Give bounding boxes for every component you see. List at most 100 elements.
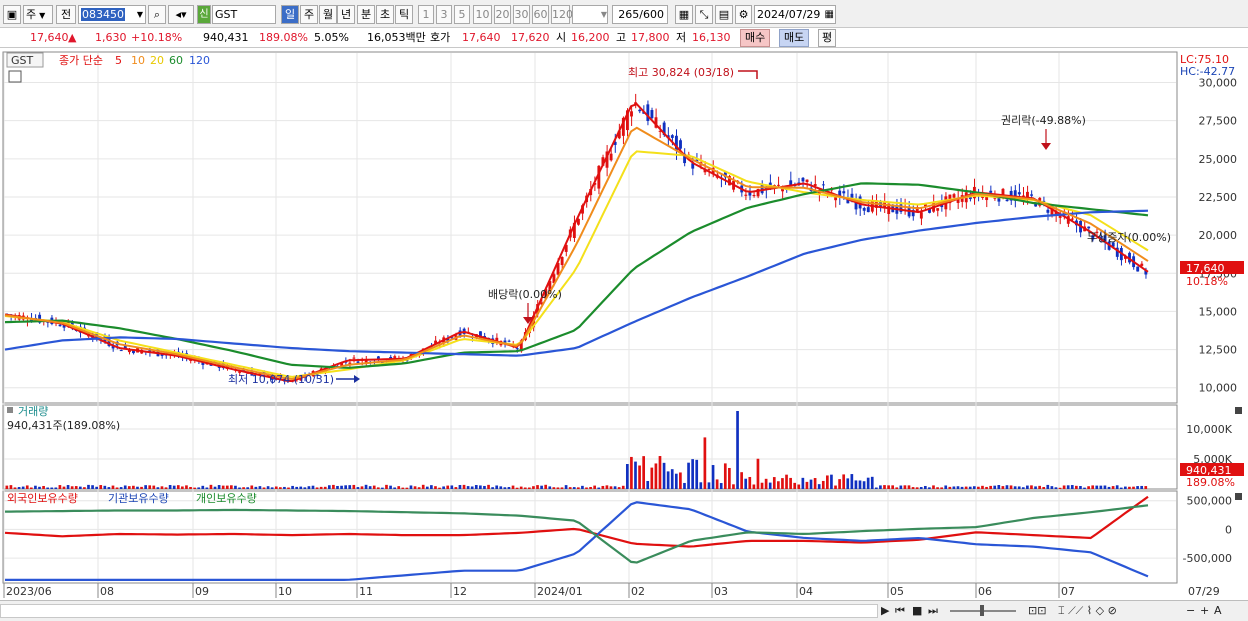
volume-legend-marker xyxy=(7,407,13,413)
volume-bar xyxy=(952,486,956,489)
volume-bar xyxy=(483,485,486,489)
search-icon[interactable]: ⌕ xyxy=(148,5,166,24)
candle-body xyxy=(1046,209,1050,213)
chart-line-icon[interactable]: ⤡ xyxy=(695,5,713,24)
tool-icons[interactable]: ⌶ ⟋⟋ ⌇ ◇ ⊘ xyxy=(1058,604,1117,618)
chevron-down-icon: ▼ xyxy=(136,10,143,19)
volume-bar xyxy=(368,486,372,489)
volume-bar xyxy=(17,487,21,489)
volume-bar xyxy=(176,485,180,489)
interval-tab-0[interactable]: 1 xyxy=(418,5,434,24)
volume-bar xyxy=(234,485,237,489)
interval-tab-2[interactable]: 5 xyxy=(454,5,470,24)
volume-bar xyxy=(115,487,119,489)
volume-bar xyxy=(201,485,205,489)
volume-bar xyxy=(111,485,115,489)
table-icon[interactable] xyxy=(8,70,22,83)
interval-tab-1[interactable]: 3 xyxy=(436,5,452,24)
chart-area[interactable]: GST 종가 단순 5 10 20 60 120 LC:75.10 HC:-42… xyxy=(0,49,1248,600)
prev-mode-button[interactable]: 전 xyxy=(56,5,76,24)
new-badge: 신 xyxy=(197,5,211,24)
count-field[interactable]: 265/600 xyxy=(612,5,668,24)
font-size-icon[interactable]: A xyxy=(1214,604,1222,618)
scroll-right-icon[interactable]: ▶ xyxy=(881,604,889,618)
average-button[interactable]: 평 xyxy=(818,29,837,47)
volume-bar xyxy=(936,487,939,489)
period-tab-2[interactable]: 월 xyxy=(319,5,337,24)
interval-tab-4[interactable]: 20 xyxy=(494,5,511,24)
volume-bar xyxy=(850,474,854,489)
volume-bar xyxy=(985,486,988,489)
scroll-start-icon[interactable]: ⏮ xyxy=(895,604,905,618)
volume-bar xyxy=(107,487,111,489)
interval-tab-3[interactable]: 10 xyxy=(473,5,492,24)
period-tab-6[interactable]: 틱 xyxy=(395,5,413,24)
close-icon[interactable] xyxy=(1235,407,1242,414)
x-tick-label: 10 xyxy=(278,585,292,598)
gear-icon[interactable]: ⚙ xyxy=(735,5,752,24)
period-tab-4[interactable]: 분 xyxy=(357,5,375,24)
volume-bar xyxy=(1115,485,1119,489)
volume-bar xyxy=(597,487,601,489)
volume-bar xyxy=(58,485,62,489)
volume-bar xyxy=(511,485,515,489)
volume-bar xyxy=(1050,486,1054,489)
volume-bar xyxy=(421,484,425,489)
scroll-track[interactable] xyxy=(0,604,878,618)
market-select[interactable]: 주 ▼ xyxy=(23,5,53,24)
scroll-end-icon[interactable]: ⏭ xyxy=(928,604,938,618)
period-tab-3[interactable]: 년 xyxy=(337,5,355,24)
volume-bar xyxy=(1017,486,1021,489)
volume-bar xyxy=(185,485,188,489)
candle-body xyxy=(630,111,633,117)
scroll-bar: ▶ ⏮ ■ ⏭ ⊡⊡ ⌶ ⟋⟋ ⌇ ◇ ⊘ − + A xyxy=(0,600,1248,621)
period-tab-0[interactable]: 일 xyxy=(281,5,299,24)
zoom-in-icon[interactable]: + xyxy=(1200,604,1209,618)
up-arrow-icon: ▲ xyxy=(68,31,77,44)
period-tab-5[interactable]: 초 xyxy=(376,5,394,24)
save-icon[interactable]: ▤ xyxy=(715,5,733,24)
interval-tab-5[interactable]: 30 xyxy=(513,5,530,24)
volume-bar xyxy=(826,475,829,489)
volume-bar xyxy=(1058,487,1062,489)
volume-bar xyxy=(540,485,543,489)
date-field[interactable]: 2024/07/29 ▦ xyxy=(754,5,836,24)
volume-bar xyxy=(1128,486,1131,489)
volume-bar xyxy=(172,485,176,489)
layout-icon[interactable]: ⊡⊡ xyxy=(1028,604,1046,618)
window-menu-icon[interactable]: ▣ xyxy=(3,5,21,24)
chart-svg[interactable]: GST 종가 단순 5 10 20 60 120 LC:75.10 HC:-42… xyxy=(0,49,1248,600)
sell-button[interactable]: 매도 xyxy=(779,29,810,47)
volume-bar xyxy=(854,480,858,489)
interval-tab-7[interactable]: 120 xyxy=(551,5,573,24)
volume-bar xyxy=(589,486,592,489)
period-tab-1[interactable]: 주 xyxy=(300,5,318,24)
x-tick-label: 07/29 xyxy=(1188,585,1220,598)
volume-bar xyxy=(1095,485,1099,489)
interval-custom-input[interactable]: ▼ xyxy=(572,5,608,24)
stock-name-field[interactable]: GST xyxy=(212,5,276,24)
count-max: /600 xyxy=(639,8,664,21)
zoom-slider-handle[interactable] xyxy=(980,605,984,616)
stock-code-input[interactable]: 083450 ▼ xyxy=(78,5,146,24)
volume-bar xyxy=(197,487,201,489)
price-tick-label: 25,000 xyxy=(1199,153,1238,166)
volume-bar xyxy=(1038,485,1041,489)
interval-tab-6[interactable]: 60 xyxy=(532,5,549,24)
x-tick-label: 08 xyxy=(100,585,114,598)
volume-bar xyxy=(544,484,548,489)
close-icon[interactable] xyxy=(1235,493,1242,500)
buy-button[interactable]: 매수 xyxy=(740,29,771,47)
volume-bar xyxy=(1066,485,1070,489)
speaker-icon[interactable]: ◂▾ xyxy=(168,5,194,24)
volume-bar xyxy=(1140,485,1144,489)
volume-bar xyxy=(899,485,903,489)
low-label: 저 xyxy=(676,31,687,44)
volume-bar xyxy=(948,486,952,489)
stop-icon[interactable]: ■ xyxy=(912,604,922,618)
volume-bar xyxy=(1107,486,1111,489)
volume-bar xyxy=(38,486,41,489)
tool-grid-icon[interactable]: ▦ xyxy=(675,5,693,24)
volume-bar xyxy=(495,485,499,489)
zoom-out-icon[interactable]: − xyxy=(1186,604,1195,618)
